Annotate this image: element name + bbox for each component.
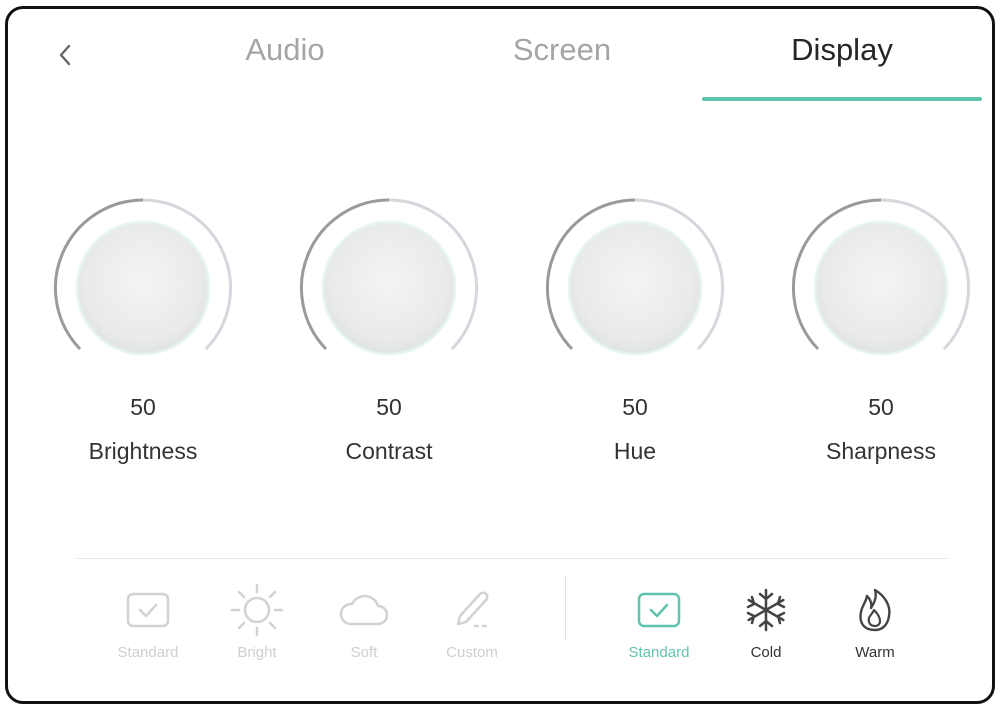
tab-display[interactable]: Display (732, 32, 952, 68)
contrast-knob[interactable] (299, 198, 479, 358)
flame-icon (859, 588, 891, 632)
mode-standard-label: Standard (117, 644, 179, 661)
contrast-label: Contrast (345, 438, 433, 464)
checkbox-icon (637, 592, 681, 628)
sharpness-knob[interactable] (791, 198, 971, 358)
snowflake-icon (746, 588, 786, 632)
sharpness-value: 50 (868, 394, 894, 420)
tab-audio[interactable]: Audio (175, 32, 395, 68)
hue-knob[interactable] (545, 198, 725, 358)
brightness-value: 50 (130, 394, 156, 420)
mode-standard-button[interactable]: Standard (98, 586, 198, 661)
mode-bright-button[interactable]: Bright (207, 583, 307, 661)
temp-warm-button[interactable]: Warm (825, 586, 925, 661)
temp-cold-button[interactable]: Cold (716, 586, 816, 661)
tab-screen[interactable]: Screen (452, 32, 672, 68)
sun-icon (230, 583, 284, 637)
cloud-icon (339, 594, 389, 626)
hue-label: Hue (613, 438, 657, 464)
contrast-value: 50 (376, 394, 402, 420)
mode-soft-button[interactable]: Soft (314, 586, 414, 661)
brightness-label: Brightness (88, 438, 198, 464)
mode-custom-button[interactable]: Custom (422, 586, 522, 661)
temp-cold-label: Cold (750, 644, 782, 661)
checkbox-icon (126, 592, 170, 628)
divider-vertical (565, 576, 566, 640)
mode-soft-label: Soft (350, 644, 378, 661)
chevron-left-icon (59, 44, 71, 66)
brightness-knob[interactable] (53, 198, 233, 358)
back-button[interactable] (52, 38, 80, 72)
mode-custom-label: Custom (446, 644, 498, 661)
divider-horizontal (76, 558, 948, 559)
mode-bright-label: Bright (237, 644, 277, 661)
temp-standard-label: Standard (628, 644, 690, 661)
hue-value: 50 (622, 394, 648, 420)
temp-standard-button[interactable]: Standard (609, 586, 709, 661)
active-tab-indicator (702, 97, 982, 101)
temp-warm-label: Warm (855, 644, 895, 661)
pencil-icon (456, 591, 490, 628)
sharpness-label: Sharpness (826, 438, 936, 464)
